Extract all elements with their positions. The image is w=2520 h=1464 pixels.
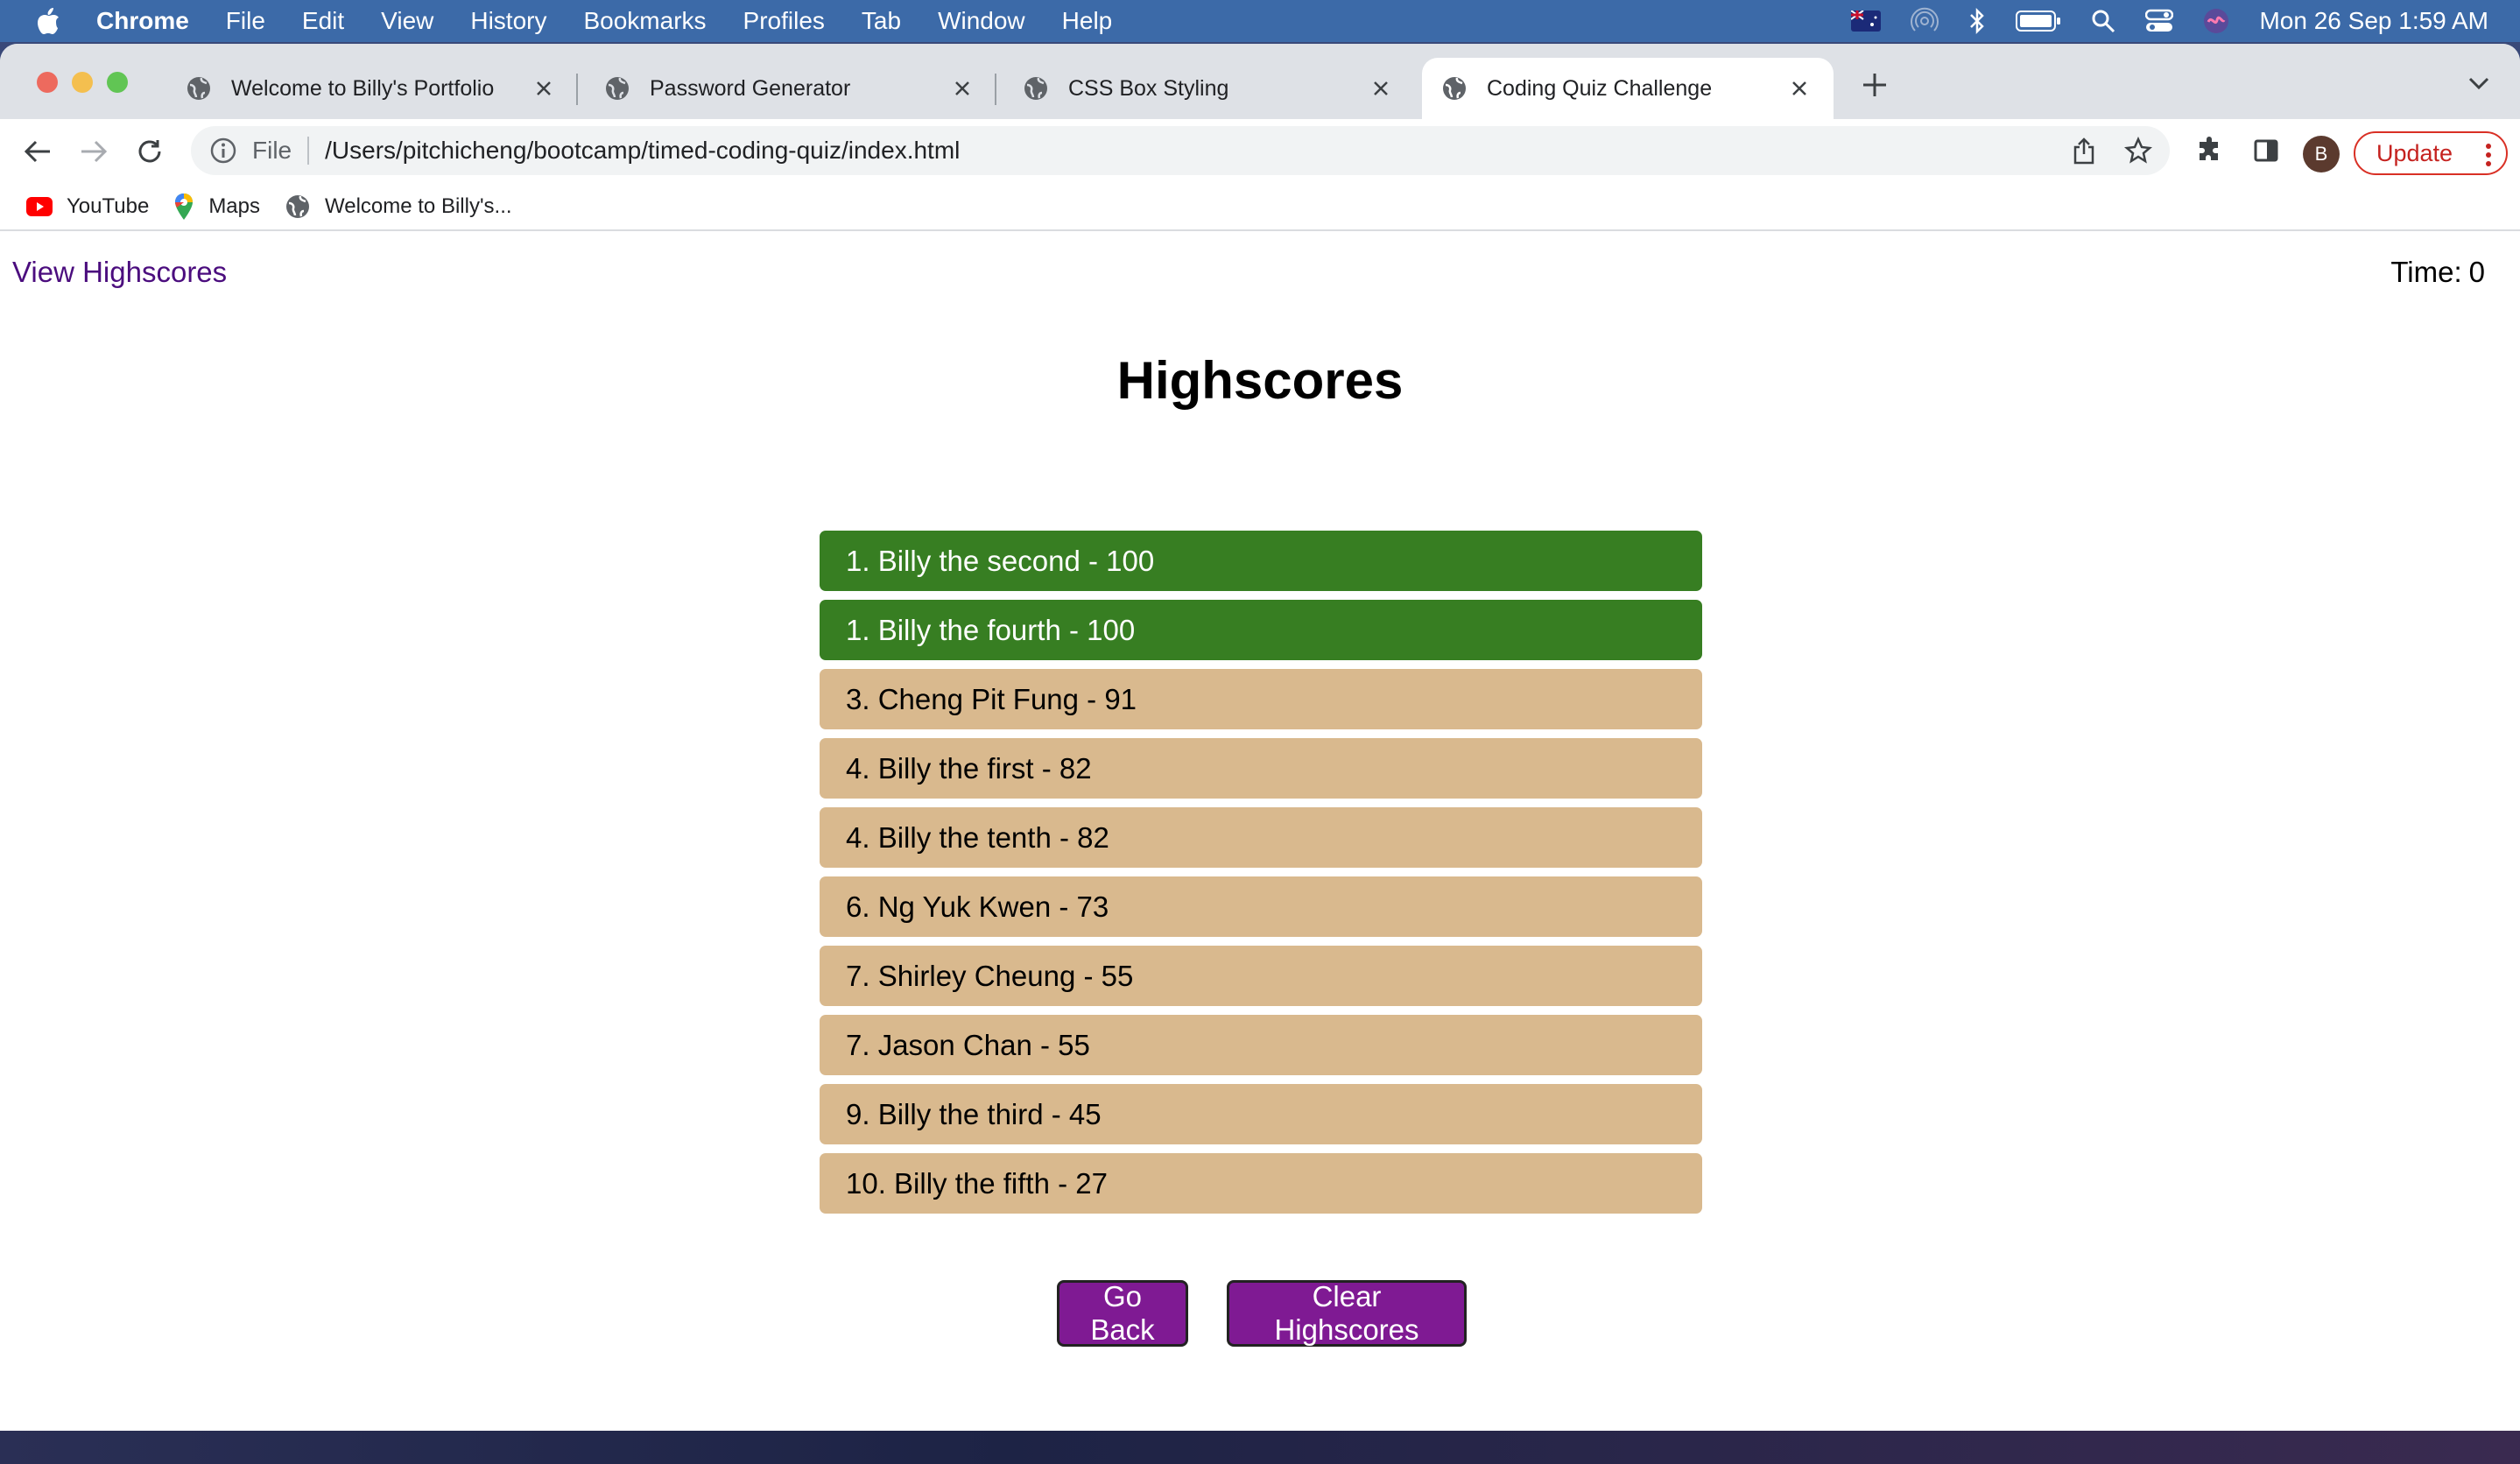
timer-value: 0 xyxy=(2468,256,2485,288)
view-highscores-link[interactable]: View Highscores xyxy=(12,256,227,289)
flag-icon[interactable] xyxy=(1851,11,1882,32)
browser-toolbar: File /Users/pitchicheng/bootcamp/timed-c… xyxy=(0,119,2520,184)
menu-tab[interactable]: Tab xyxy=(862,7,901,35)
airdrop-icon[interactable] xyxy=(1911,7,1939,35)
highscore-item: 7. Shirley Cheung - 55 xyxy=(820,946,1702,1006)
close-tab-icon[interactable] xyxy=(947,74,977,103)
apple-menu-icon[interactable] xyxy=(0,7,96,35)
globe-icon xyxy=(1024,77,1047,100)
menu-help[interactable]: Help xyxy=(1062,7,1113,35)
browser-window: Welcome to Billy's Portfolio Password Ge… xyxy=(0,44,2520,1431)
menubar-clock[interactable]: Mon 26 Sep 1:59 AM xyxy=(2259,7,2488,35)
page-title: Highscores xyxy=(1116,351,1404,410)
bookmark-billy-portfolio[interactable]: Welcome to Billy's... xyxy=(285,194,512,220)
address-bar[interactable]: File /Users/pitchicheng/bootcamp/timed-c… xyxy=(191,126,2170,175)
globe-icon xyxy=(187,77,210,100)
tab-title: CSS Box Styling xyxy=(1068,75,1229,101)
globe-icon xyxy=(1443,77,1466,100)
highscore-item: 1. Billy the fourth - 100 xyxy=(820,600,1702,660)
window-controls xyxy=(37,72,128,93)
maps-icon xyxy=(175,194,194,220)
menu-history[interactable]: History xyxy=(470,7,546,35)
more-menu-icon[interactable] xyxy=(2485,142,2492,174)
back-arrow-icon[interactable] xyxy=(18,131,58,172)
menu-file[interactable]: File xyxy=(226,7,265,35)
tab-portfolio[interactable]: Welcome to Billy's Portfolio xyxy=(166,58,578,119)
url-scheme: File xyxy=(252,137,292,164)
bookmark-youtube[interactable]: YouTube xyxy=(26,194,149,219)
desktop-background xyxy=(0,1431,2520,1464)
close-window-button[interactable] xyxy=(37,72,58,93)
battery-icon[interactable] xyxy=(2016,10,2061,32)
timer: Time: 0 xyxy=(2383,256,2485,289)
url-text[interactable]: /Users/pitchicheng/bootcamp/timed-coding… xyxy=(325,137,960,165)
update-button[interactable]: Update xyxy=(2354,131,2508,175)
menu-window[interactable]: Window xyxy=(938,7,1025,35)
bookmark-label: Maps xyxy=(208,194,260,218)
timer-label: Time: xyxy=(2390,256,2462,288)
bookmarks-bar: YouTube Maps Welcome to Billy's... xyxy=(0,184,2520,231)
highscore-item: 4. Billy the first - 82 xyxy=(820,738,1702,799)
highscore-item: 7. Jason Chan - 55 xyxy=(820,1015,1702,1075)
clear-highscores-button[interactable]: Clear Highscores xyxy=(1227,1280,1467,1347)
update-button-label: Update xyxy=(2376,139,2453,166)
siri-icon[interactable] xyxy=(2203,8,2229,34)
bookmark-maps[interactable]: Maps xyxy=(173,193,260,221)
highscore-item: 10. Billy the fifth - 27 xyxy=(820,1153,1702,1214)
highscore-item: 6. Ng Yuk Kwen - 73 xyxy=(820,876,1702,937)
omnibox-divider xyxy=(307,137,310,165)
page-content: View Highscores Time: 0 Highscores 1. Bil… xyxy=(0,233,2520,1431)
close-tab-icon[interactable] xyxy=(1366,74,1396,103)
chevron-down-icon[interactable] xyxy=(2467,75,2490,95)
globe-icon xyxy=(606,77,629,100)
new-tab-icon[interactable] xyxy=(1860,70,1890,104)
menu-profiles[interactable]: Profiles xyxy=(743,7,825,35)
menu-view[interactable]: View xyxy=(381,7,433,35)
youtube-icon xyxy=(26,197,53,216)
side-panel-icon[interactable] xyxy=(2247,131,2285,170)
reload-icon[interactable] xyxy=(130,131,170,172)
highscore-item: 4. Billy the tenth - 82 xyxy=(820,807,1702,868)
close-tab-icon[interactable] xyxy=(1784,74,1814,103)
menu-app-name[interactable]: Chrome xyxy=(96,7,189,35)
control-center-icon[interactable] xyxy=(2145,9,2174,33)
extensions-puzzle-icon[interactable] xyxy=(2191,131,2229,170)
tab-coding-quiz-challenge[interactable]: Coding Quiz Challenge xyxy=(1422,58,1834,119)
share-icon[interactable] xyxy=(2065,131,2103,170)
macos-menubar: Chrome File Edit View History Bookmarks … xyxy=(0,0,2520,42)
tab-css-box-styling[interactable]: CSS Box Styling xyxy=(1003,58,1415,119)
info-icon[interactable] xyxy=(208,136,238,165)
menu-edit[interactable]: Edit xyxy=(302,7,344,35)
zoom-window-button[interactable] xyxy=(107,72,128,93)
tab-title: Welcome to Billy's Portfolio xyxy=(231,75,495,101)
bookmark-label: YouTube xyxy=(67,194,150,218)
highscore-actions: Go Back Clear Highscores xyxy=(0,1280,2520,1347)
menu-bookmarks[interactable]: Bookmarks xyxy=(583,7,706,35)
bookmark-label: Welcome to Billy's... xyxy=(325,194,512,218)
forward-arrow-icon[interactable] xyxy=(74,131,114,172)
bookmark-star-icon[interactable] xyxy=(2119,131,2157,170)
tab-title: Password Generator xyxy=(650,75,851,101)
highscore-item: 3. Cheng Pit Fung - 91 xyxy=(820,669,1702,729)
tab-strip: Welcome to Billy's Portfolio Password Ge… xyxy=(0,44,2520,119)
search-icon[interactable] xyxy=(2091,9,2115,33)
highscore-item: 1. Billy the second - 100 xyxy=(820,531,1702,591)
tab-password-generator[interactable]: Password Generator xyxy=(585,58,996,119)
profile-avatar[interactable]: B xyxy=(2303,136,2340,172)
close-tab-icon[interactable] xyxy=(529,74,559,103)
bluetooth-icon[interactable] xyxy=(1968,7,1986,35)
highscores-list: 1. Billy the second - 100 1. Billy the f… xyxy=(820,531,1702,1222)
globe-icon xyxy=(286,195,309,218)
highscore-item: 9. Billy the third - 45 xyxy=(820,1084,1702,1144)
go-back-button[interactable]: Go Back xyxy=(1057,1280,1188,1347)
minimize-window-button[interactable] xyxy=(72,72,93,93)
tab-title: Coding Quiz Challenge xyxy=(1487,75,1713,101)
